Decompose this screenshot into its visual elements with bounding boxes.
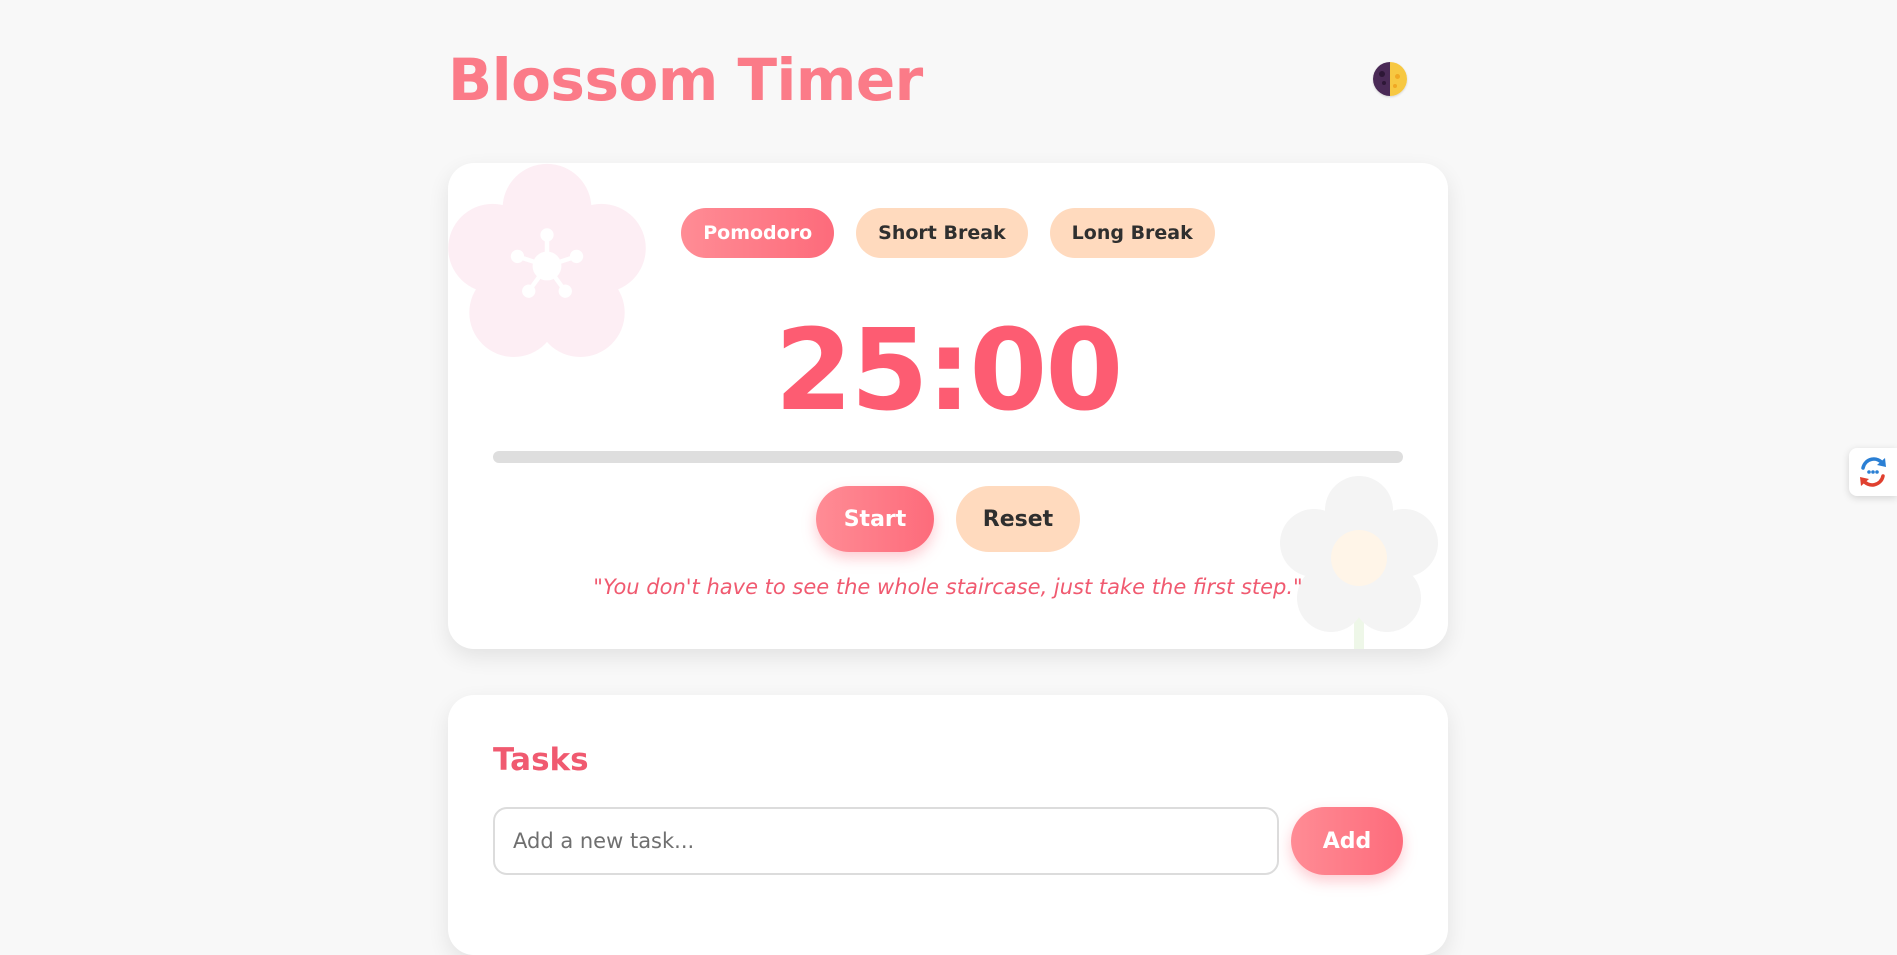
timer-card: Pomodoro Short Break Long Break 25:00 St… bbox=[448, 163, 1448, 649]
progress-bar bbox=[493, 451, 1403, 463]
app-title: Blossom Timer bbox=[448, 46, 923, 114]
motivational-quote: "You don't have to see the whole stairca… bbox=[593, 575, 1303, 599]
moon-sun-icon bbox=[1373, 62, 1407, 96]
start-button[interactable]: Start bbox=[816, 486, 934, 552]
tab-short-break[interactable]: Short Break bbox=[856, 208, 1028, 258]
side-widget-button[interactable] bbox=[1849, 448, 1897, 496]
tab-long-break[interactable]: Long Break bbox=[1049, 208, 1215, 258]
app-container: Blossom Timer Pomodoro Short Break Long … bbox=[448, 0, 1448, 955]
time-display: 25:00 bbox=[774, 306, 1124, 436]
add-task-button[interactable]: Add bbox=[1291, 807, 1403, 875]
tasks-card: Tasks Add bbox=[448, 695, 1448, 955]
theme-toggle-button[interactable] bbox=[1373, 62, 1407, 96]
task-input[interactable] bbox=[493, 807, 1279, 875]
tasks-heading: Tasks bbox=[493, 742, 589, 778]
tab-pomodoro[interactable]: Pomodoro bbox=[681, 208, 835, 258]
reset-button[interactable]: Reset bbox=[956, 486, 1080, 552]
header: Blossom Timer bbox=[448, 0, 1448, 150]
timer-controls: Start Reset bbox=[448, 486, 1448, 552]
translate-sync-icon bbox=[1860, 457, 1886, 487]
mode-tabs: Pomodoro Short Break Long Break bbox=[448, 208, 1448, 258]
